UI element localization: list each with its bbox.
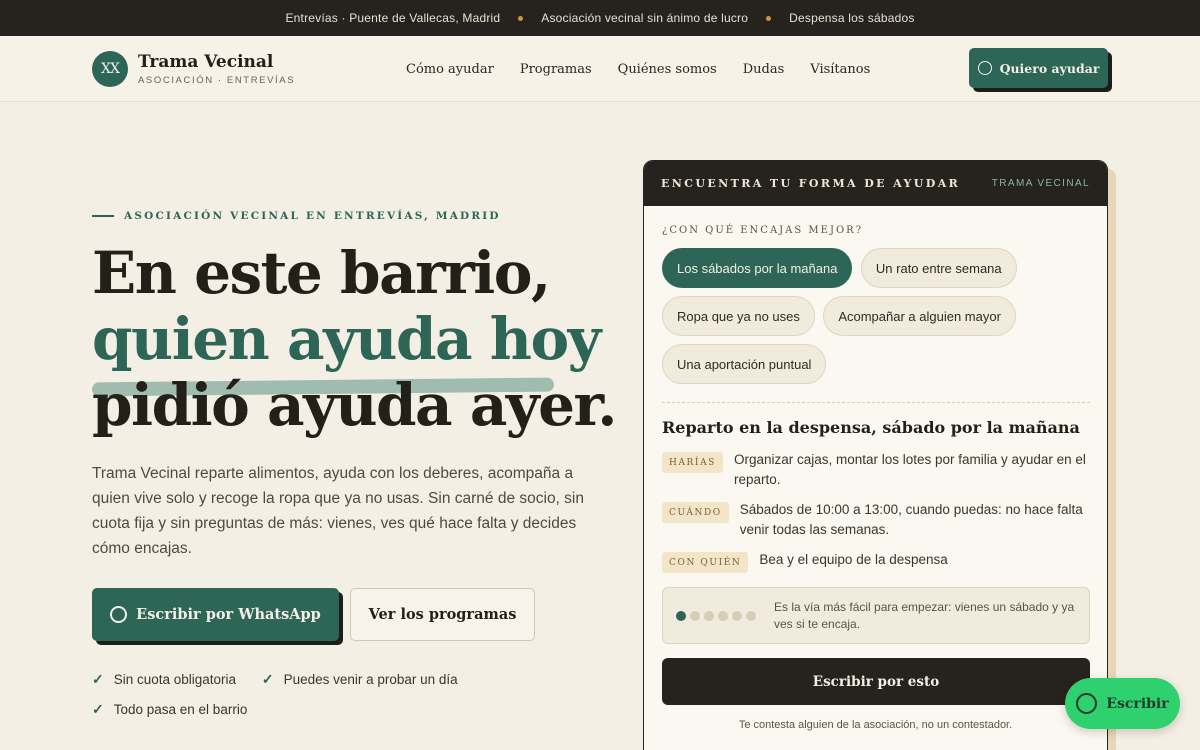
nav-link-dudas[interactable]: Dudas [743,62,785,77]
option-chips: Los sábados por la mañana Un rato entre … [662,248,1102,392]
difficulty-dot-icon [718,610,728,621]
nav-link-visitanos[interactable]: Visítanos [810,62,870,77]
chip-entre-semana[interactable]: Un rato entre semana [860,248,1017,288]
detail-row: CON QUIÉN Bea y el equipo de la despensa [662,550,1092,573]
perk-label: Puedes venir a probar un día [283,672,458,687]
check-icon: ✓ [92,701,104,717]
bullet-dot-icon [766,15,772,21]
difficulty-note: Es la vía más fácil para empezar: vienes… [662,587,1090,644]
detail-tag: CUÁNDO [662,502,729,523]
dashed-divider [662,402,1090,403]
logo-icon[interactable]: XX [92,50,128,87]
nav-link-como-ayudar[interactable]: Cómo ayudar [406,62,494,77]
perk-label: Todo pasa en el barrio [113,702,248,717]
detail-tag: HARÍAS [662,452,723,473]
ver-programas-button[interactable]: Ver los programas [350,588,535,641]
card-footnote: Te contesta alguien de la asociación, no… [738,719,1013,731]
detail-text: Bea y el equipo de la despensa [759,552,948,567]
card-title: ENCUENTRA TU FORMA DE AYUDAR [661,177,961,190]
chip-ropa[interactable]: Ropa que ya no uses [662,296,815,336]
check-icon: ✓ [92,671,104,687]
perk-label: Sin cuota obligatoria [113,672,237,687]
perk-item: ✓ Sin cuota obligatoria [92,671,236,688]
quiero-ayudar-button[interactable]: Quiero ayudar [969,48,1108,88]
chat-bubble-icon [977,61,992,75]
check-icon: ✓ [261,671,274,687]
nav-link-programas[interactable]: Programas [520,62,592,77]
card-question: ¿CON QUÉ ENCAJAS MEJOR? [662,225,864,236]
difficulty-note-text: Es la vía más fácil para empezar: vienes… [774,599,1075,631]
headline-line-1: En este barrio, [92,239,551,307]
headline-line-2: quien ayuda hoy [92,305,601,373]
nav-link-quienes-somos[interactable]: Quiénes somos [618,62,717,77]
headline-line-3: pidió ayuda ayer. [92,371,617,439]
hero-eyebrow: ASOCIACIÓN VECINAL EN ENTREVÍAS, MADRID [92,210,501,222]
brand-name: Trama Vecinal [138,51,274,72]
card-header: ENCUENTRA TU FORMA DE AYUDAR TRAMA VECIN… [644,161,1107,206]
help-finder-card: ENCUENTRA TU FORMA DE AYUDAR TRAMA VECIN… [643,160,1108,750]
detail-text: Sábados de 10:00 a 13:00, cuando puedas:… [739,502,1083,537]
perks-list: ✓ Sin cuota obligatoria ✓ Puedes venir a p… [92,671,512,731]
chat-bubble-icon [1076,693,1098,714]
chip-sabados[interactable]: Los sábados por la mañana [662,248,853,288]
detail-text: Organizar cajas, montar los lotes por fa… [733,452,1086,487]
perk-item: ✓ Todo pasa en el barrio [92,701,247,718]
brand-subtitle: ASOCIACIÓN · ENTREVÍAS [138,74,296,86]
announcement-status: Asociación vecinal sin ánimo de lucro [541,11,749,25]
difficulty-dot-icon [732,610,742,621]
floating-whatsapp-label: Escribir [1106,695,1169,712]
announcement-location: Entrevías · Puente de Vallecas, Madrid [285,11,501,25]
escribir-por-esto-button[interactable]: Escribir por esto [662,658,1090,705]
quiero-ayudar-label: Quiero ayudar [999,60,1100,76]
difficulty-dot-icon [690,610,700,621]
nav-menu: Cómo ayudar Programas Quiénes somos Duda… [406,36,896,102]
chat-bubble-icon [110,606,128,623]
brand[interactable]: Trama Vecinal ASOCIACIÓN · ENTREVÍAS [138,52,295,86]
detail-row: HARÍAS Organizar cajas, montar los lotes… [662,450,1092,490]
bullet-dot-icon [518,15,524,21]
difficulty-dots [676,610,760,621]
detail-row: CUÁNDO Sábados de 10:00 a 13:00, cuando … [662,500,1092,540]
chip-aportacion[interactable]: Una aportación puntual [662,344,827,384]
announcement-pantry: Despensa los sábados [789,11,915,25]
announcement-bar: Entrevías · Puente de Vallecas, Madrid A… [0,0,1200,36]
floating-whatsapp-button[interactable]: Escribir [1065,678,1180,729]
perk-item: ✓ Puedes venir a probar un día [262,671,458,688]
difficulty-dot-icon [676,610,686,621]
difficulty-dot-icon [746,610,756,621]
difficulty-dot-icon [704,610,714,621]
detail-tag: CON QUIÉN [662,552,749,573]
card-subtitle: TRAMA VECINAL [991,178,1090,189]
eyebrow-rule [92,215,114,217]
whatsapp-button-label: Escribir por WhatsApp [136,606,321,623]
program-title: Reparto en la despensa, sábado por la ma… [662,418,1080,437]
whatsapp-button[interactable]: Escribir por WhatsApp [92,588,339,641]
main-nav: XX Trama Vecinal ASOCIACIÓN · ENTREVÍAS … [0,36,1200,102]
hero-headline: En este barrio, quien ayuda hoy pidió ay… [91,239,617,439]
hero-description: Trama Vecinal reparte alimentos, ayuda c… [92,465,584,557]
chip-acompanar[interactable]: Acompañar a alguien mayor [823,296,1016,336]
eyebrow-text: ASOCIACIÓN VECINAL EN ENTREVÍAS, MADRID [124,210,501,222]
